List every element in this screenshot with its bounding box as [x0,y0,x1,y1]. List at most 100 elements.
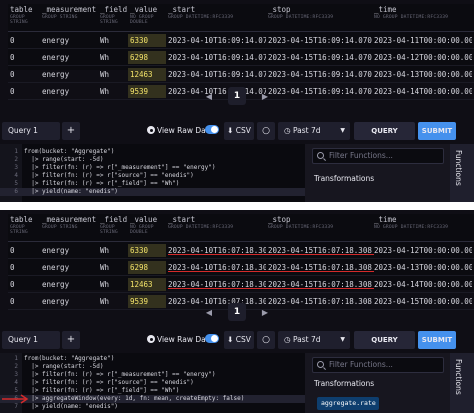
eye-icon [147,335,155,343]
cell-stop: 2023-04-15T16:09:14.070Z [268,69,372,79]
cell-field: Wh [100,279,110,289]
page-number[interactable]: 1 [228,87,246,105]
table-row: 0 energy Wh 6330 2023-04-10T16:09:14.070… [8,32,474,49]
code-line[interactable]: 2 |> range(start: -5d) [0,156,305,164]
next-page-button[interactable]: ▶ [256,308,274,317]
page-number[interactable]: 1 [228,303,246,321]
functions-panel: Filter Functions... Transformations aggr… [305,353,474,413]
query-builder-button[interactable]: QUERY BUILDER [354,122,415,153]
cell-time: 2023-04-13T00:00:00.000Z [374,262,472,272]
cell-time: 2023-04-12T00:00:00.000Z [374,245,472,255]
functions-side-tab[interactable]: Functions [450,353,474,413]
cell-value: 12463 [128,67,166,81]
raw-data-toggle[interactable] [205,125,219,134]
cell-value: 12463 [128,277,166,291]
cell-table: 0 [10,245,15,255]
csv-download-button[interactable]: ⬇ CSV [224,122,254,140]
table-row: 0 energy Wh 6298 2023-04-10T16:07:18.308… [8,259,474,276]
cell-start: 2023-04-10T16:09:14.070Z [168,35,266,45]
refresh-button[interactable]: ○ [257,122,275,140]
cell-measurement: energy [42,52,70,62]
table-row: 0 energy Wh 12463 2023-04-10T16:07:18.30… [8,276,474,293]
download-icon: ⬇ [227,335,236,344]
cell-time: 2023-04-11T00:00:00.000Z [374,35,472,45]
query-builder-button[interactable]: QUERY BUILDER [354,331,415,362]
query-tab[interactable]: Query 1 (0.02s) [2,331,60,362]
column-header-time[interactable]: _time NO GROUP DATETIME:RFC3339 [372,214,472,241]
cell-measurement: energy [42,35,70,45]
prev-page-button[interactable]: ◀ [200,92,218,101]
query-toolbar: Query 1 (0.02s) + View Raw Data ⬇ CSV ○ … [0,329,474,362]
time-range-dropdown[interactable]: ◷ Past 7d ▼ [278,331,350,349]
table-header: table GROUP STRING _measurement GROUP STRI… [8,4,474,32]
cell-field: Wh [100,245,110,255]
query-result-panel-after: table GROUP STRING _measurement GROUP STRI… [0,210,474,413]
strike-annotation [168,288,374,289]
prev-page-button[interactable]: ◀ [200,308,218,317]
cell-field: Wh [100,296,110,306]
submit-button[interactable]: SUBMIT [418,331,456,349]
next-page-button[interactable]: ▶ [256,92,274,101]
functions-side-tab[interactable]: Functions [450,144,474,202]
cell-measurement: energy [42,279,70,289]
column-header-start[interactable]: _start GROUP DATETIME:RFC3339 [166,214,266,241]
column-header-value[interactable]: _value NO GROUP DOUBLE [128,214,166,241]
cell-field: Wh [100,262,110,272]
cell-value: 6298 [128,260,166,274]
code-line[interactable]: 4 |> filter(fn: (r) => r["source"] == "e… [0,172,305,180]
query-tab[interactable]: Query 1 (0.02s) [2,122,60,153]
table-row: 0 energy Wh 6330 2023-04-10T16:07:18.308… [8,242,474,259]
submit-button[interactable]: SUBMIT [418,122,456,140]
cell-value: 6298 [128,50,166,64]
column-header-table[interactable]: table GROUP STRING [8,4,40,31]
clock-icon: ◷ [284,335,293,344]
chevron-down-icon: ▼ [340,127,345,134]
function-item[interactable]: aggregate.rate [317,397,379,410]
results-table: table GROUP STRING _measurement GROUP STRI… [8,214,474,310]
refresh-button[interactable]: ○ [257,331,275,349]
chevron-down-icon: ▼ [340,336,345,343]
column-header-start[interactable]: _start GROUP DATETIME:RFC3339 [166,4,266,31]
column-header-time[interactable]: _time NO GROUP DATETIME:RFC3339 [372,4,472,31]
filter-functions-input[interactable]: Filter Functions... [312,148,444,164]
results-table: table GROUP STRING _measurement GROUP STRI… [8,4,474,100]
cell-measurement: energy [42,69,70,79]
transformations-heading: Transformations [314,174,375,183]
code-line[interactable]: 1 from(bucket: "Aggregate") [0,148,305,156]
csv-download-button[interactable]: ⬇ CSV [224,331,254,349]
cell-stop: 2023-04-15T16:09:14.070Z [268,52,372,62]
column-header-stop[interactable]: _stop GROUP DATETIME:RFC3339 [266,4,372,31]
cell-value: 9539 [128,294,166,308]
column-header-stop[interactable]: _stop GROUP DATETIME:RFC3339 [266,214,372,241]
column-header-field[interactable]: _field GROUP STRING [98,4,128,31]
cell-value: 9539 [128,84,166,98]
raw-data-toggle[interactable] [205,334,219,343]
column-header-table[interactable]: table GROUP STRING [8,214,40,241]
table-row: 0 energy Wh 6298 2023-04-10T16:09:14.070… [8,49,474,66]
column-header-value[interactable]: _value NO GROUP DOUBLE [128,4,166,31]
column-header-field[interactable]: _field GROUP STRING [98,214,128,241]
download-icon: ⬇ [227,126,236,135]
cell-stop: 2023-04-15T16:07:18.308Z [268,296,372,306]
cell-measurement: energy [42,245,70,255]
search-icon [317,152,324,159]
pagination: ◀ 1 ▶ [200,302,274,322]
table-row: 0 energy Wh 12463 2023-04-10T16:09:14.07… [8,66,474,83]
cell-table: 0 [10,35,15,45]
column-header-measurement[interactable]: _measurement GROUP STRING [40,214,98,241]
add-query-button[interactable]: + [62,122,80,140]
flux-editor[interactable]: 1 from(bucket: "Aggregate") 2 |> range(st… [0,353,305,413]
table-header: table GROUP STRING _measurement GROUP STRI… [8,214,474,242]
strike-annotation [168,271,374,272]
cell-table: 0 [10,86,15,96]
eye-icon [147,126,155,134]
filter-functions-input[interactable]: Filter Functions... [312,357,444,373]
column-header-measurement[interactable]: _measurement GROUP STRING [40,4,98,31]
time-range-dropdown[interactable]: ◷ Past 7d ▼ [278,122,350,140]
code-line[interactable]: 3 |> filter(fn: (r) => r["_measurement"]… [0,164,305,172]
add-query-button[interactable]: + [62,331,80,349]
query-result-panel-before: table GROUP STRING _measurement GROUP STRI… [0,0,474,202]
code-line[interactable]: 5 |> filter(fn: (r) => r["_field"] == "W… [0,180,305,188]
flux-editor[interactable]: 1 from(bucket: "Aggregate") 2 |> range(st… [0,144,305,202]
code-line[interactable]: 6 |> yield(name: "enedis") [0,188,305,196]
